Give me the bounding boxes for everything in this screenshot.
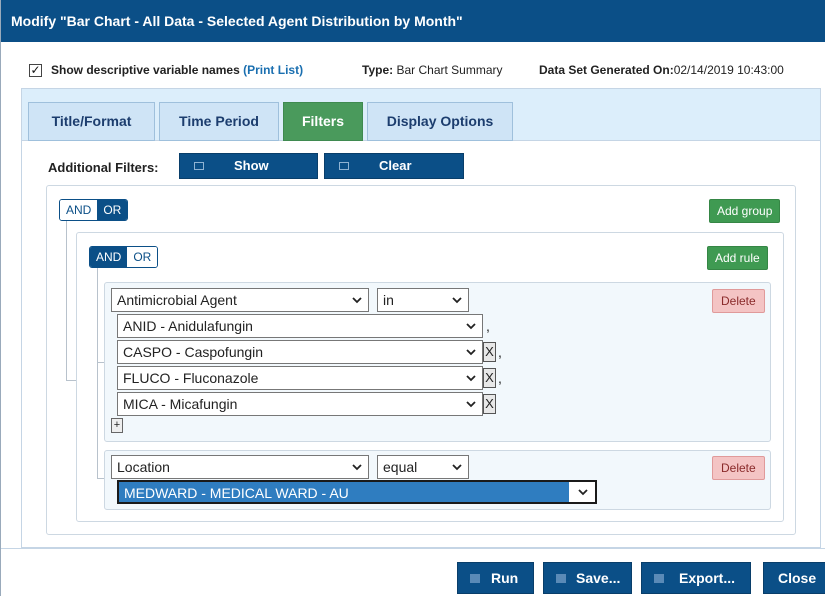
type-info: Type: Bar Chart Summary: [362, 63, 503, 77]
export-button-label: Export...: [679, 570, 736, 586]
value-separator: ,: [498, 344, 502, 360]
chevron-down-icon: [466, 323, 476, 330]
chevron-down-icon: [466, 401, 476, 408]
run-button-label: Run: [491, 570, 519, 586]
tab-display-options[interactable]: Display Options: [367, 102, 513, 141]
rule1-value-select-4[interactable]: MICA - Micafungin: [117, 392, 483, 416]
tab-time-period[interactable]: Time Period: [159, 102, 279, 141]
show-filters-button[interactable]: Show: [179, 153, 318, 179]
run-button[interactable]: Run: [457, 562, 534, 594]
outer-and-or-toggle: AND OR: [59, 199, 129, 221]
add-rule-button[interactable]: Add rule: [707, 246, 768, 270]
rule1-value-select-3[interactable]: FLUCO - Fluconazole: [117, 366, 483, 390]
inner-and-or-toggle: AND OR: [89, 246, 159, 268]
rule2-field-select[interactable]: Location: [111, 455, 369, 479]
inner-and-option[interactable]: AND: [90, 247, 128, 267]
rule1-field-select[interactable]: Antimicrobial Agent: [111, 288, 369, 312]
close-button-label: Close: [778, 570, 817, 586]
rule2-value-text: MEDWARD - MEDICAL WARD - AU: [124, 485, 349, 501]
rule2-value-select[interactable]: MEDWARD - MEDICAL WARD - AU: [117, 480, 597, 504]
remove-value-button[interactable]: X: [483, 342, 496, 362]
rule1-field-value: Antimicrobial Agent: [117, 292, 237, 308]
add-value-button[interactable]: +: [111, 418, 123, 433]
save-button[interactable]: Save...: [543, 562, 632, 594]
chevron-down-icon: [578, 489, 588, 496]
generated-info: Data Set Generated On:02/14/2019 10:43:0…: [539, 63, 784, 77]
rule1-value-text: MICA - Micafungin: [123, 396, 238, 412]
tree-connector: [97, 268, 98, 478]
run-icon: [470, 574, 480, 583]
rule1-value-text: ANID - Anidulafungin: [123, 318, 253, 334]
tab-strip: Title/Format Time Period Filters Display…: [22, 89, 820, 141]
clear-filters-button[interactable]: Clear: [324, 153, 464, 179]
rule1-operator-select[interactable]: in: [377, 288, 469, 312]
rule1-value-text: CASPO - Caspofungin: [123, 344, 264, 360]
rule1-delete-button[interactable]: Delete: [712, 289, 765, 313]
tab-title-format[interactable]: Title/Format: [28, 102, 155, 141]
chevron-down-icon: [352, 464, 362, 471]
footer-divider: [1, 548, 825, 549]
additional-filters-label: Additional Filters:: [48, 160, 159, 175]
value-separator: ,: [498, 370, 502, 386]
chevron-down-icon: [352, 297, 362, 304]
chevron-down-icon: [452, 297, 462, 304]
show-button-label: Show: [234, 158, 269, 173]
clear-icon: [339, 162, 349, 170]
close-button[interactable]: Close: [763, 562, 825, 594]
type-label: Type:: [362, 63, 394, 77]
inner-or-option[interactable]: OR: [127, 247, 158, 267]
modify-dialog: Modify "Bar Chart - All Data - Selected …: [0, 0, 825, 596]
save-button-label: Save...: [576, 570, 621, 586]
rule1-value-select-1[interactable]: ANID - Anidulafungin: [117, 314, 483, 338]
rule1-value-select-2[interactable]: CASPO - Caspofungin: [117, 340, 483, 364]
remove-value-button[interactable]: X: [483, 394, 496, 414]
show-descriptive-names-checkbox[interactable]: ✓: [29, 64, 42, 77]
show-icon: [194, 162, 204, 170]
rule2-field-value: Location: [117, 459, 170, 475]
rule1-operator-value: in: [383, 292, 394, 308]
meta-bar: ✓ Show descriptive variable names (Print…: [1, 58, 825, 80]
outer-or-option[interactable]: OR: [97, 200, 128, 220]
clear-button-label: Clear: [379, 158, 412, 173]
save-icon: [556, 574, 566, 583]
type-value: Bar Chart Summary: [396, 63, 503, 77]
chevron-down-icon: [466, 349, 476, 356]
show-names-text: Show descriptive variable names: [51, 63, 240, 77]
generated-value: 02/14/2019 10:43:00: [673, 63, 784, 77]
remove-value-button[interactable]: X: [483, 368, 496, 388]
export-button[interactable]: Export...: [641, 562, 751, 594]
rule2-delete-button[interactable]: Delete: [712, 456, 765, 480]
tree-connector: [66, 221, 67, 381]
rule2-operator-select[interactable]: equal: [377, 455, 469, 479]
chevron-down-icon: [466, 375, 476, 382]
export-icon: [654, 574, 664, 583]
chevron-down-icon: [452, 464, 462, 471]
tab-filters[interactable]: Filters: [283, 102, 363, 141]
outer-and-option[interactable]: AND: [60, 200, 98, 220]
add-group-button[interactable]: Add group: [709, 199, 781, 223]
print-list-link[interactable]: (Print List): [243, 63, 303, 77]
value-separator: ,: [486, 318, 490, 334]
rule2-operator-value: equal: [383, 459, 418, 475]
generated-label: Data Set Generated On:: [539, 63, 674, 77]
rule1-value-text: FLUCO - Fluconazole: [123, 370, 259, 386]
dialog-title: Modify "Bar Chart - All Data - Selected …: [1, 0, 825, 42]
show-descriptive-names-label: Show descriptive variable names (Print L…: [51, 63, 303, 77]
